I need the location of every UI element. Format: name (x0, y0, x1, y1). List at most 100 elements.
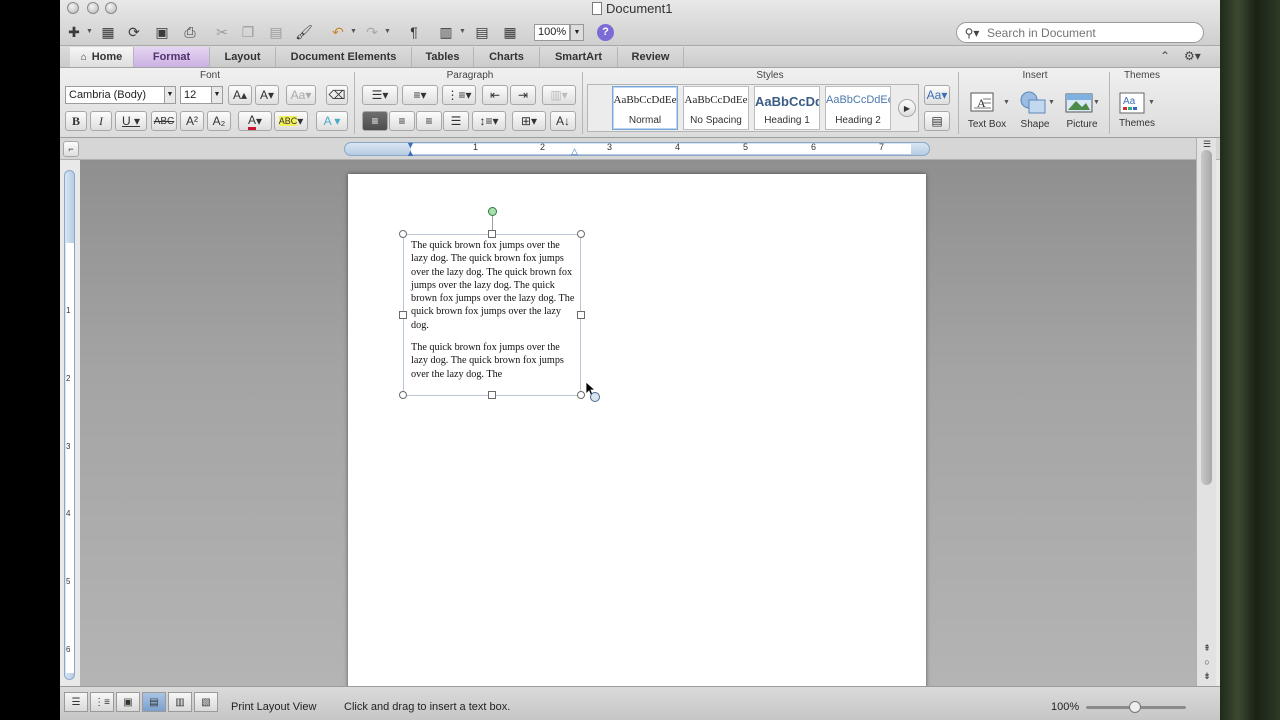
collapse-ribbon-icon[interactable]: ⌃ (1160, 49, 1170, 63)
right-indent-marker[interactable]: △ (571, 146, 578, 157)
align-center-button[interactable]: ≡ (389, 111, 415, 131)
redo-icon[interactable]: ↷ (362, 22, 382, 42)
tab-format[interactable]: Format (134, 47, 210, 67)
zoom-window-button[interactable] (105, 2, 117, 14)
tab-review[interactable]: Review (618, 47, 684, 67)
resize-handle-bottom-left[interactable] (399, 391, 407, 399)
align-right-button[interactable]: ≡ (416, 111, 442, 131)
styles-pane-button[interactable]: Aa▾ (924, 85, 950, 105)
show-formatting-icon[interactable]: ¶ (404, 22, 424, 42)
text-box-content[interactable]: The quick brown fox jumps over the lazy … (411, 239, 579, 390)
text-effects-button[interactable]: A ▾ (316, 111, 348, 131)
undo-icon[interactable]: ↶ (328, 22, 348, 42)
close-window-button[interactable] (67, 2, 79, 14)
paste-icon[interactable]: ▤ (266, 22, 286, 42)
style-no-spacing[interactable]: AaBbCcDdEe No Spacing (683, 86, 749, 130)
search-icon[interactable]: ⚲▾ (957, 26, 987, 40)
zoom-field[interactable]: 100% (534, 24, 570, 41)
bullets-button[interactable]: ☰▾ (362, 85, 398, 105)
vertical-ruler[interactable]: 1 2 3 4 5 6 (64, 170, 75, 680)
font-name-field[interactable]: Cambria (Body) (65, 86, 165, 104)
toolbox-icon[interactable]: ▤ (472, 22, 492, 42)
change-case-button[interactable]: Aa▾ (286, 85, 316, 105)
italic-button[interactable]: I (90, 111, 112, 131)
print-icon[interactable]: ⎙ (180, 22, 200, 42)
view-options-icon[interactable]: ☰ (1201, 138, 1213, 150)
font-size-field[interactable]: 12 (180, 86, 212, 104)
font-color-button[interactable]: A ▾ (238, 111, 272, 131)
format-painter-icon[interactable]: 🖌 (294, 22, 314, 42)
superscript-button[interactable]: A² (180, 111, 204, 131)
line-spacing-button[interactable]: ↕≡▾ (472, 111, 506, 131)
zoom-slider-knob[interactable] (1129, 701, 1141, 713)
resize-handle-top-right[interactable] (577, 230, 585, 238)
underline-button[interactable]: U ▾ (115, 111, 147, 131)
strikethrough-button[interactable]: ABC (151, 111, 177, 131)
gallery-icon[interactable]: ▦ (98, 22, 118, 42)
decrease-indent-button[interactable]: ⇤ (482, 85, 508, 105)
tab-tables[interactable]: Tables (412, 47, 474, 67)
sidebar-dropdown-icon[interactable]: ▼ (459, 28, 466, 35)
sort-button[interactable]: A↓ (550, 111, 576, 131)
document-page[interactable]: The quick brown fox jumps over the lazy … (348, 174, 926, 694)
tab-home[interactable]: ⌂ Home (70, 47, 134, 67)
ribbon-settings-icon[interactable]: ⚙▾ (1184, 49, 1201, 63)
increase-indent-button[interactable]: ⇥ (510, 85, 536, 105)
tab-charts[interactable]: Charts (474, 47, 540, 67)
resize-handle-top-left[interactable] (399, 230, 407, 238)
font-size-dropdown-icon[interactable]: ▼ (211, 86, 223, 104)
highlight-button[interactable]: ABC ▾ (274, 111, 308, 131)
tab-selector-button[interactable]: ⌐ (63, 141, 79, 157)
font-name-dropdown-icon[interactable]: ▼ (164, 86, 176, 104)
cut-icon[interactable]: ✂ (212, 22, 232, 42)
sidebar-icon[interactable]: ▥ (436, 22, 456, 42)
style-normal[interactable]: AaBbCcDdEe Normal (612, 86, 678, 130)
text-box[interactable]: The quick brown fox jumps over the lazy … (399, 207, 585, 399)
publishing-layout-button[interactable]: ▣ (116, 692, 140, 712)
multilevel-list-button[interactable]: ⋮≡▾ (442, 85, 476, 105)
outline-view-button[interactable]: ⋮≡ (90, 692, 114, 712)
next-page-icon[interactable]: ⇟ (1201, 670, 1213, 682)
tab-document-elements[interactable]: Document Elements (276, 47, 412, 67)
rotation-handle[interactable] (488, 207, 497, 216)
full-screen-button[interactable]: ▧ (194, 692, 218, 712)
browse-object-icon[interactable]: ○ (1201, 656, 1213, 668)
zoom-dropdown-icon[interactable]: ▼ (570, 24, 584, 41)
justify-button[interactable]: ☰ (443, 111, 469, 131)
print-layout-button[interactable]: ▤ (142, 692, 166, 712)
draft-view-button[interactable]: ☰ (64, 692, 88, 712)
left-indent-marker[interactable]: ▲ (406, 148, 415, 158)
new-document-dropdown-icon[interactable]: ▼ (86, 28, 93, 35)
manage-styles-button[interactable]: ▤ (924, 111, 950, 131)
style-heading-1[interactable]: AaBbCcDd Heading 1 (754, 86, 820, 130)
columns-button[interactable]: ▥▾ (542, 85, 576, 105)
tab-layout[interactable]: Layout (210, 47, 276, 67)
grow-font-button[interactable]: A▴ (228, 85, 252, 105)
shrink-font-button[interactable]: A▾ (255, 85, 279, 105)
help-icon[interactable]: ? (597, 24, 614, 41)
scrollbar-thumb[interactable] (1201, 150, 1212, 485)
new-document-icon[interactable]: ✚ (64, 22, 84, 42)
redo-dropdown-icon[interactable]: ▼ (384, 28, 391, 35)
bold-button[interactable]: B (65, 111, 87, 131)
notebook-layout-button[interactable]: ▥ (168, 692, 192, 712)
document-canvas[interactable]: The quick brown fox jumps over the lazy … (80, 160, 1196, 694)
search-input[interactable] (987, 25, 1187, 40)
styles-next-button[interactable]: ▶ (898, 99, 916, 117)
tab-smartart[interactable]: SmartArt (540, 47, 618, 67)
clear-formatting-button[interactable]: ⌫ (326, 85, 348, 105)
borders-button[interactable]: ⊞▾ (512, 111, 546, 131)
numbering-button[interactable]: ≡▾ (402, 85, 438, 105)
horizontal-ruler[interactable]: ▼ ▲ △ 1 2 3 4 5 6 7 (344, 140, 930, 158)
open-icon[interactable]: ⟳ (124, 22, 144, 42)
undo-dropdown-icon[interactable]: ▼ (350, 28, 357, 35)
style-heading-2[interactable]: AaBbCcDdEe Heading 2 (825, 86, 891, 130)
resize-handle-top[interactable] (488, 230, 496, 238)
subscript-button[interactable]: A₂ (207, 111, 231, 131)
minimize-window-button[interactable] (87, 2, 99, 14)
previous-page-icon[interactable]: ⇞ (1201, 642, 1213, 654)
vertical-scrollbar[interactable]: ☰ ⇞ ○ ⇟ (1196, 138, 1216, 686)
resize-handle-left[interactable] (399, 311, 407, 319)
media-browser-icon[interactable]: ▦ (500, 22, 520, 42)
resize-handle-bottom[interactable] (488, 391, 496, 399)
